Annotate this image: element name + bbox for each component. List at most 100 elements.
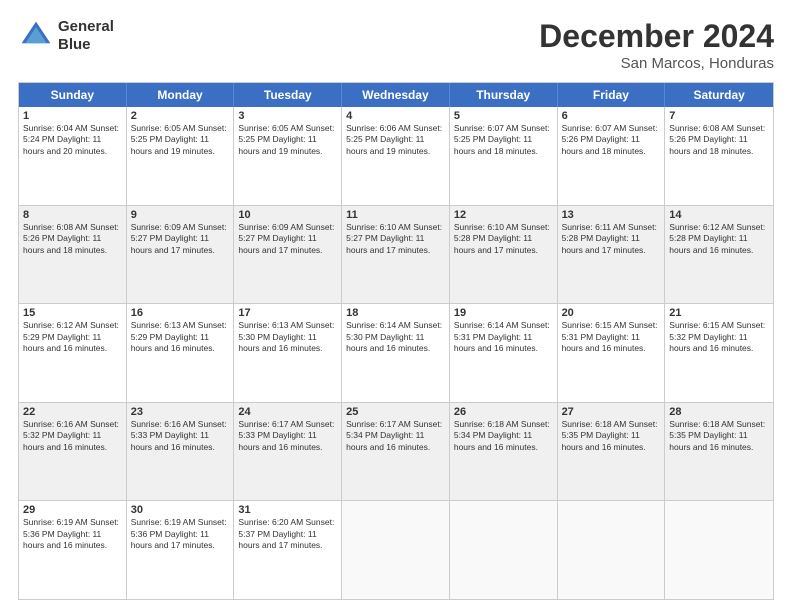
day-number: 14 [669, 209, 769, 221]
cell-details: Sunrise: 6:20 AM Sunset: 5:37 PM Dayligh… [238, 517, 337, 551]
day-number: 17 [238, 307, 337, 319]
cell-details: Sunrise: 6:13 AM Sunset: 5:30 PM Dayligh… [238, 320, 337, 354]
calendar-row-5: 29 Sunrise: 6:19 AM Sunset: 5:36 PM Dayli… [19, 500, 773, 599]
cell-details: Sunrise: 6:14 AM Sunset: 5:30 PM Dayligh… [346, 320, 445, 354]
day-number: 31 [238, 504, 337, 516]
calendar-cell [342, 501, 450, 599]
calendar-row-1: 1Sunrise: 6:04 AM Sunset: 5:24 PM Daylig… [19, 107, 773, 205]
day-number: 27 [562, 406, 661, 418]
cell-details: Sunrise: 6:05 AM Sunset: 5:25 PM Dayligh… [238, 123, 337, 157]
day-number: 16 [131, 307, 230, 319]
cell-details: Sunrise: 6:19 AM Sunset: 5:36 PM Dayligh… [131, 517, 230, 551]
header-friday: Friday [558, 83, 666, 107]
calendar-cell: 30Sunrise: 6:19 AM Sunset: 5:36 PM Dayli… [127, 501, 235, 599]
cell-details: Sunrise: 6:18 AM Sunset: 5:35 PM Dayligh… [669, 419, 769, 453]
header-wednesday: Wednesday [342, 83, 450, 107]
day-number: 19 [454, 307, 553, 319]
calendar-cell: 21Sunrise: 6:15 AM Sunset: 5:32 PM Dayli… [665, 304, 773, 402]
calendar-cell: 8Sunrise: 6:08 AM Sunset: 5:26 PM Daylig… [19, 206, 127, 304]
calendar-cell [450, 501, 558, 599]
calendar-body: 1Sunrise: 6:04 AM Sunset: 5:24 PM Daylig… [19, 107, 773, 599]
cell-details: Sunrise: 6:17 AM Sunset: 5:33 PM Dayligh… [238, 419, 337, 453]
day-number: 29 [23, 504, 122, 516]
cell-details: Sunrise: 6:08 AM Sunset: 5:26 PM Dayligh… [669, 123, 769, 157]
day-number: 1 [23, 110, 122, 122]
cell-details: Sunrise: 6:09 AM Sunset: 5:27 PM Dayligh… [131, 222, 230, 256]
cell-details: Sunrise: 6:11 AM Sunset: 5:28 PM Dayligh… [562, 222, 661, 256]
day-number: 7 [669, 110, 769, 122]
cell-details: Sunrise: 6:18 AM Sunset: 5:34 PM Dayligh… [454, 419, 553, 453]
day-number: 24 [238, 406, 337, 418]
day-number: 3 [238, 110, 337, 122]
calendar-cell: 6Sunrise: 6:07 AM Sunset: 5:26 PM Daylig… [558, 107, 666, 205]
day-number: 21 [669, 307, 769, 319]
title-month: December 2024 [539, 18, 774, 55]
calendar-header: Sunday Monday Tuesday Wednesday Thursday… [19, 83, 773, 107]
logo-line2: Blue [58, 36, 114, 54]
calendar-cell: 16Sunrise: 6:13 AM Sunset: 5:29 PM Dayli… [127, 304, 235, 402]
calendar-cell: 15Sunrise: 6:12 AM Sunset: 5:29 PM Dayli… [19, 304, 127, 402]
calendar-cell: 19Sunrise: 6:14 AM Sunset: 5:31 PM Dayli… [450, 304, 558, 402]
day-number: 2 [131, 110, 230, 122]
calendar-cell: 2Sunrise: 6:05 AM Sunset: 5:25 PM Daylig… [127, 107, 235, 205]
header-sunday: Sunday [19, 83, 127, 107]
calendar-cell: 27Sunrise: 6:18 AM Sunset: 5:35 PM Dayli… [558, 403, 666, 501]
day-number: 11 [346, 209, 445, 221]
day-number: 20 [562, 307, 661, 319]
calendar-cell: 11Sunrise: 6:10 AM Sunset: 5:27 PM Dayli… [342, 206, 450, 304]
calendar-cell: 17Sunrise: 6:13 AM Sunset: 5:30 PM Dayli… [234, 304, 342, 402]
header-monday: Monday [127, 83, 235, 107]
calendar-cell: 28Sunrise: 6:18 AM Sunset: 5:35 PM Dayli… [665, 403, 773, 501]
day-number: 15 [23, 307, 122, 319]
cell-details: Sunrise: 6:10 AM Sunset: 5:27 PM Dayligh… [346, 222, 445, 256]
calendar-cell: 14Sunrise: 6:12 AM Sunset: 5:28 PM Dayli… [665, 206, 773, 304]
day-number: 28 [669, 406, 769, 418]
header-tuesday: Tuesday [234, 83, 342, 107]
day-number: 18 [346, 307, 445, 319]
day-number: 6 [562, 110, 661, 122]
header: General Blue December 2024 San Marcos, H… [18, 18, 774, 72]
calendar-cell: 12Sunrise: 6:10 AM Sunset: 5:28 PM Dayli… [450, 206, 558, 304]
calendar-cell: 24Sunrise: 6:17 AM Sunset: 5:33 PM Dayli… [234, 403, 342, 501]
cell-details: Sunrise: 6:18 AM Sunset: 5:35 PM Dayligh… [562, 419, 661, 453]
cell-details: Sunrise: 6:07 AM Sunset: 5:25 PM Dayligh… [454, 123, 553, 157]
header-thursday: Thursday [450, 83, 558, 107]
day-number: 30 [131, 504, 230, 516]
cell-details: Sunrise: 6:05 AM Sunset: 5:25 PM Dayligh… [131, 123, 230, 157]
day-number: 9 [131, 209, 230, 221]
calendar-cell: 5Sunrise: 6:07 AM Sunset: 5:25 PM Daylig… [450, 107, 558, 205]
day-number: 22 [23, 406, 122, 418]
calendar-cell: 4Sunrise: 6:06 AM Sunset: 5:25 PM Daylig… [342, 107, 450, 205]
day-number: 25 [346, 406, 445, 418]
logo: General Blue [18, 18, 114, 54]
logo-text: General Blue [58, 18, 114, 54]
calendar-cell: 13Sunrise: 6:11 AM Sunset: 5:28 PM Dayli… [558, 206, 666, 304]
cell-details: Sunrise: 6:07 AM Sunset: 5:26 PM Dayligh… [562, 123, 661, 157]
calendar-cell: 9Sunrise: 6:09 AM Sunset: 5:27 PM Daylig… [127, 206, 235, 304]
calendar-cell: 10Sunrise: 6:09 AM Sunset: 5:27 PM Dayli… [234, 206, 342, 304]
calendar-cell: 3Sunrise: 6:05 AM Sunset: 5:25 PM Daylig… [234, 107, 342, 205]
header-saturday: Saturday [665, 83, 773, 107]
calendar-cell: 18Sunrise: 6:14 AM Sunset: 5:30 PM Dayli… [342, 304, 450, 402]
logo-line1: General [58, 18, 114, 36]
calendar-cell: 25Sunrise: 6:17 AM Sunset: 5:34 PM Dayli… [342, 403, 450, 501]
calendar-cell: 1Sunrise: 6:04 AM Sunset: 5:24 PM Daylig… [19, 107, 127, 205]
calendar-cell: 31Sunrise: 6:20 AM Sunset: 5:37 PM Dayli… [234, 501, 342, 599]
cell-details: Sunrise: 6:06 AM Sunset: 5:25 PM Dayligh… [346, 123, 445, 157]
cell-details: Sunrise: 6:09 AM Sunset: 5:27 PM Dayligh… [238, 222, 337, 256]
day-number: 5 [454, 110, 553, 122]
cell-details: Sunrise: 6:15 AM Sunset: 5:31 PM Dayligh… [562, 320, 661, 354]
cell-details: Sunrise: 6:13 AM Sunset: 5:29 PM Dayligh… [131, 320, 230, 354]
calendar-cell: 22Sunrise: 6:16 AM Sunset: 5:32 PM Dayli… [19, 403, 127, 501]
calendar-cell [665, 501, 773, 599]
title-block: December 2024 San Marcos, Honduras [539, 18, 774, 72]
calendar-cell: 29Sunrise: 6:19 AM Sunset: 5:36 PM Dayli… [19, 501, 127, 599]
logo-icon [18, 18, 54, 54]
calendar-cell: 20Sunrise: 6:15 AM Sunset: 5:31 PM Dayli… [558, 304, 666, 402]
day-number: 4 [346, 110, 445, 122]
cell-details: Sunrise: 6:14 AM Sunset: 5:31 PM Dayligh… [454, 320, 553, 354]
title-location: San Marcos, Honduras [539, 55, 774, 72]
cell-details: Sunrise: 6:17 AM Sunset: 5:34 PM Dayligh… [346, 419, 445, 453]
calendar-row-2: 8Sunrise: 6:08 AM Sunset: 5:26 PM Daylig… [19, 205, 773, 304]
calendar-cell: 23Sunrise: 6:16 AM Sunset: 5:33 PM Dayli… [127, 403, 235, 501]
